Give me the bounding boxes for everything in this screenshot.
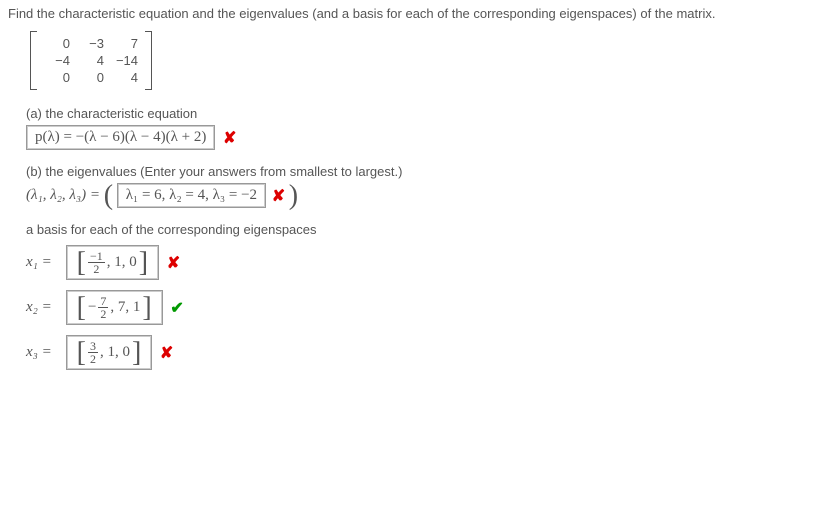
- x2-frac-den: 2: [98, 308, 108, 320]
- paren-left: (: [104, 186, 113, 206]
- part-b-lhs: (λ₁, λ₂, λ₃) =: [26, 187, 104, 203]
- m-1-1: 4: [74, 52, 108, 69]
- basis-label: a basis for each of the corresponding ei…: [26, 222, 818, 237]
- x1-frac: −1 2: [88, 250, 105, 275]
- x1-rest: , 1, 0: [107, 254, 137, 271]
- x2-mark-icon: ✔: [170, 298, 183, 318]
- x2-minus: −: [88, 299, 96, 316]
- x2-frac: 7 2: [98, 295, 108, 320]
- x2-label: x₂ =: [26, 299, 62, 316]
- m-2-1: 0: [74, 69, 108, 86]
- x3-answer[interactable]: [ 3 2 , 1, 0 ]: [66, 335, 153, 370]
- x1-frac-den: 2: [88, 263, 105, 275]
- bracket-right-icon: ]: [140, 298, 153, 318]
- bracket-left-icon: [: [75, 343, 88, 363]
- m-2-0: 0: [40, 69, 74, 86]
- bracket-right-icon: ]: [130, 343, 143, 363]
- question-prompt: Find the characteristic equation and the…: [8, 6, 818, 21]
- m-1-0: −4: [40, 52, 74, 69]
- part-b-answer-text: λ₁ = 6, λ₂ = 4, λ₃ = −2: [126, 187, 257, 203]
- part-a-label: (a) the characteristic equation: [26, 106, 818, 121]
- x2-answer[interactable]: [ − 7 2 , 7, 1 ]: [66, 290, 163, 325]
- bracket-left-icon: [: [75, 298, 88, 318]
- x1-label: x₁ =: [26, 254, 62, 271]
- x3-mark-icon: ✘: [160, 343, 173, 363]
- part-b-answer[interactable]: λ₁ = 6, λ₂ = 4, λ₃ = −2: [117, 183, 266, 208]
- m-0-1: −3: [74, 35, 108, 52]
- x1-answer[interactable]: [ −1 2 , 1, 0 ]: [66, 245, 159, 280]
- bracket-left-icon: [: [75, 253, 88, 273]
- paren-right: ): [289, 186, 298, 206]
- m-0-0: 0: [40, 35, 74, 52]
- x1-mark-icon: ✘: [167, 253, 180, 273]
- m-0-2: 7: [108, 35, 142, 52]
- m-2-2: 4: [108, 69, 142, 86]
- x3-frac: 3 2: [88, 340, 98, 365]
- m-1-2: −14: [108, 52, 142, 69]
- part-b-label: (b) the eigenvalues (Enter your answers …: [26, 164, 818, 179]
- bracket-right-icon: ]: [137, 253, 150, 273]
- x2-rest: , 7, 1: [110, 299, 140, 316]
- part-a-mark-icon: ✘: [223, 128, 236, 148]
- x3-rest: , 1, 0: [100, 344, 130, 361]
- part-b-mark-icon: ✘: [272, 186, 285, 206]
- given-matrix: 0 −3 7 −4 4 −14 0 0 4: [30, 31, 152, 90]
- part-a-answer-text: p(λ) = −(λ − 6)(λ − 4)(λ + 2): [35, 129, 206, 145]
- part-a-answer[interactable]: p(λ) = −(λ − 6)(λ − 4)(λ + 2): [26, 125, 215, 150]
- x3-label: x₃ =: [26, 344, 62, 361]
- x3-frac-den: 2: [88, 353, 98, 365]
